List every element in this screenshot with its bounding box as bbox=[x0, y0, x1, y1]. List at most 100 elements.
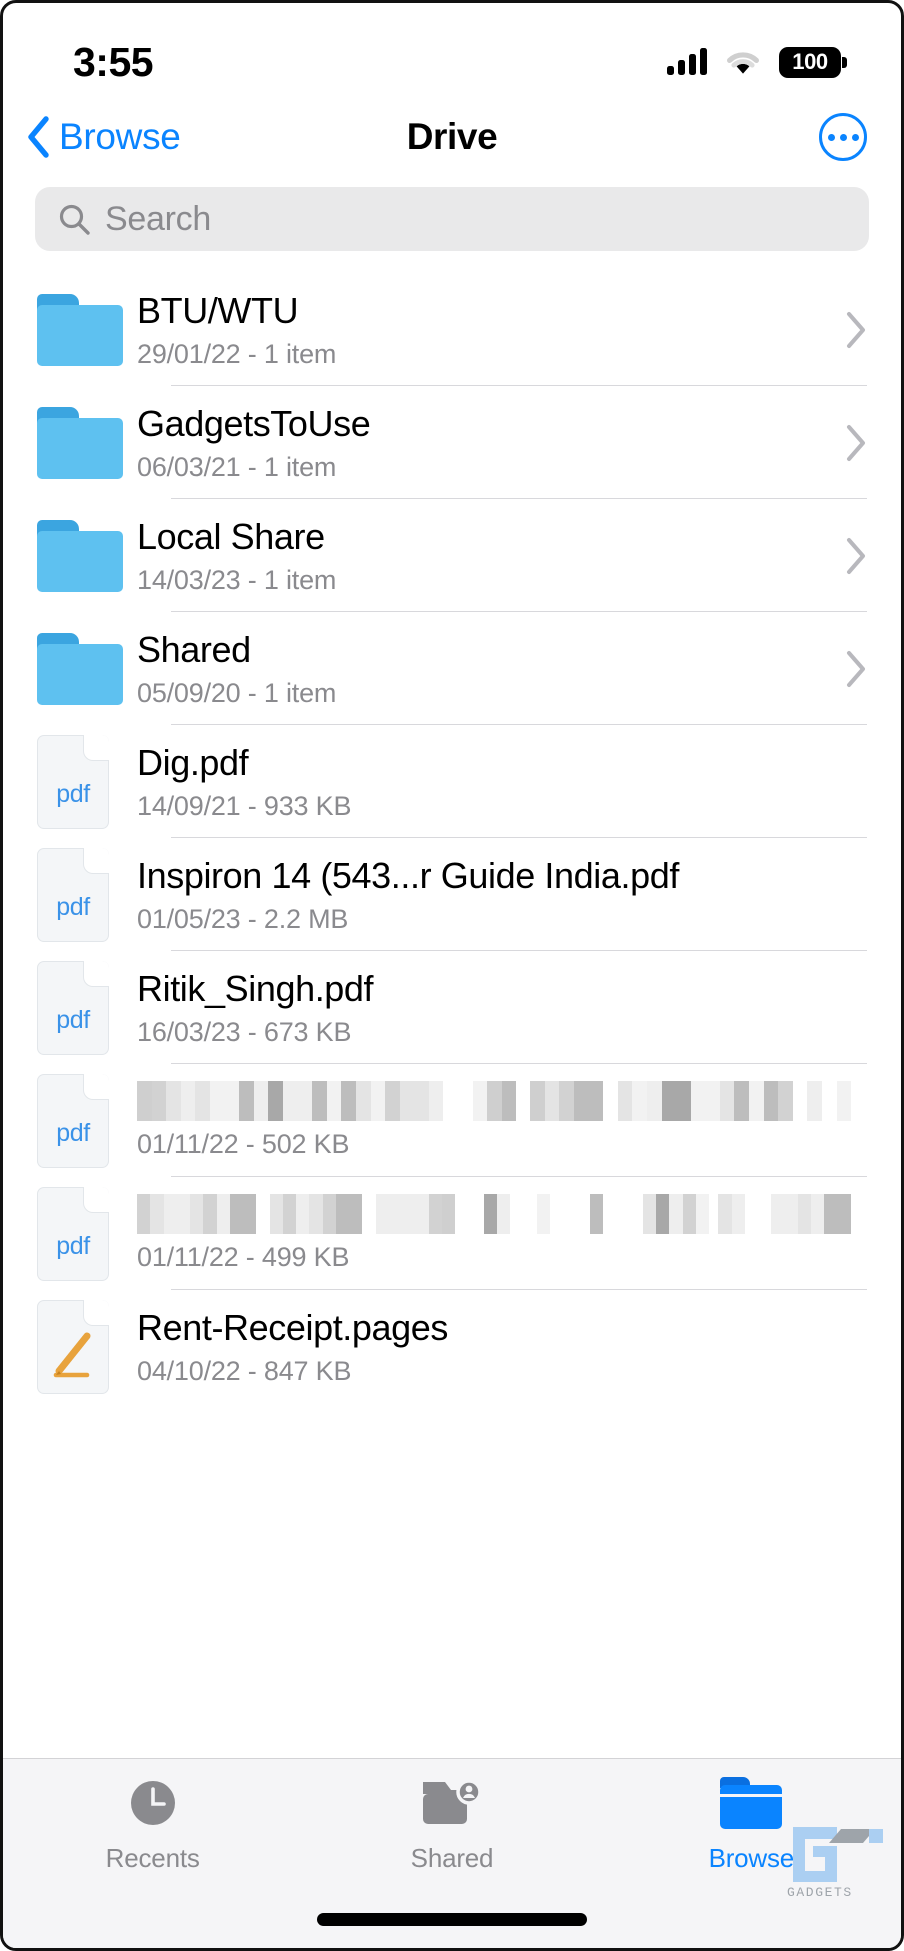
pdf-document-icon: pdf bbox=[37, 960, 109, 1055]
ellipsis-dot bbox=[827, 133, 835, 141]
file-meta: 29/01/22 - 1 item bbox=[137, 338, 337, 369]
file-info: 01/11/22 - 502 KB bbox=[137, 1081, 867, 1160]
file-list[interactable]: BTU/WTU 29/01/22 - 1 item GadgetsToUse 06/0… bbox=[3, 273, 901, 1575]
file-meta: 06/03/21 - 1 item bbox=[137, 451, 337, 482]
shared-folder-person-icon bbox=[422, 1779, 482, 1824]
back-button-label: Browse bbox=[59, 116, 181, 157]
more-options-button[interactable] bbox=[819, 113, 867, 161]
file-info: 01/11/22 - 499 KB bbox=[137, 1194, 867, 1273]
file-type-icon bbox=[37, 1299, 137, 1394]
navigation-bar: Browse Drive bbox=[3, 99, 901, 175]
file-info: BTU/WTU 29/01/22 - 1 item bbox=[137, 290, 845, 370]
file-type-icon bbox=[37, 293, 137, 366]
search-icon bbox=[59, 204, 90, 235]
chevron-right-icon bbox=[847, 311, 865, 348]
ellipsis-dot bbox=[839, 133, 847, 141]
file-meta: 01/11/22 - 502 KB bbox=[137, 1129, 350, 1159]
file-info: Inspiron 14 (543...r Guide India.pdf 01/0… bbox=[137, 855, 867, 935]
file-info: Rent-Receipt.pages 04/10/22 - 847 KB bbox=[137, 1307, 867, 1387]
file-meta: 01/05/23 - 2.2 MB bbox=[137, 903, 349, 934]
file-name: Shared bbox=[137, 628, 251, 670]
search-placeholder: Search bbox=[105, 199, 211, 238]
file-list-item[interactable]: BTU/WTU 29/01/22 - 1 item bbox=[3, 273, 901, 386]
file-type-icon: pdf bbox=[37, 1186, 137, 1281]
file-name: GadgetsToUse bbox=[137, 402, 371, 444]
battery-icon: 100 bbox=[779, 46, 847, 78]
file-list-item[interactable]: Rent-Receipt.pages 04/10/22 - 847 KB bbox=[3, 1290, 901, 1403]
clock-icon bbox=[130, 1781, 175, 1825]
file-list-item[interactable]: pdf 01/11/22 - 499 KB bbox=[3, 1177, 901, 1290]
pen-icon bbox=[53, 1332, 91, 1377]
folder-icon bbox=[37, 406, 123, 479]
folder-icon bbox=[720, 1777, 783, 1829]
file-type-icon: pdf bbox=[37, 960, 137, 1055]
pdf-document-icon: pdf bbox=[37, 734, 109, 829]
file-list-item[interactable]: pdf Ritik_Singh.pdf 16/03/23 - 673 KB bbox=[3, 951, 901, 1064]
file-meta: 16/03/23 - 673 KB bbox=[137, 1016, 352, 1047]
document-kind-label: pdf bbox=[56, 779, 90, 808]
tab-recents[interactable]: Recents bbox=[3, 1775, 302, 1901]
file-type-icon: pdf bbox=[37, 734, 137, 829]
document-kind-label: pdf bbox=[56, 1005, 90, 1034]
search-input[interactable]: Search bbox=[35, 187, 869, 251]
pages-document-icon bbox=[37, 1299, 109, 1394]
ellipsis-dot bbox=[851, 133, 859, 141]
file-meta: 05/09/20 - 1 item bbox=[137, 677, 337, 708]
folder-icon bbox=[37, 519, 123, 592]
folder-icon bbox=[37, 293, 123, 366]
document-kind-label: pdf bbox=[56, 1231, 90, 1260]
phone-screen: 3:55 100 Browse Drive Search BTU/WTU 29/… bbox=[0, 0, 904, 1951]
file-list-item[interactable]: pdf 01/11/22 - 502 KB bbox=[3, 1064, 901, 1177]
file-meta: 14/03/23 - 1 item bbox=[137, 564, 337, 595]
file-name: Dig.pdf bbox=[137, 741, 249, 783]
chevron-right-icon bbox=[847, 424, 865, 461]
file-type-icon: pdf bbox=[37, 847, 137, 942]
status-bar: 3:55 100 bbox=[3, 3, 901, 99]
file-list-item[interactable]: Local Share 14/03/23 - 1 item bbox=[3, 499, 901, 612]
tab-browse[interactable]: Browse bbox=[602, 1775, 901, 1901]
status-bar-clock: 3:55 bbox=[73, 38, 154, 85]
document-kind-label: pdf bbox=[56, 892, 90, 921]
tab-label: Shared bbox=[410, 1843, 494, 1873]
file-info: Local Share 14/03/23 - 1 item bbox=[137, 516, 845, 596]
document-kind-label: pdf bbox=[56, 1118, 90, 1147]
file-meta: 04/10/22 - 847 KB bbox=[137, 1355, 352, 1386]
cellular-signal-icon bbox=[667, 48, 707, 75]
pdf-document-icon: pdf bbox=[37, 1073, 109, 1168]
file-meta: 01/11/22 - 499 KB bbox=[137, 1242, 350, 1272]
wifi-icon bbox=[727, 52, 759, 74]
search-bar-container: Search bbox=[3, 175, 901, 273]
file-name: Inspiron 14 (543...r Guide India.pdf bbox=[137, 854, 679, 896]
tab-label: Recents bbox=[105, 1843, 200, 1873]
file-type-icon bbox=[37, 406, 137, 479]
file-info: Ritik_Singh.pdf 16/03/23 - 673 KB bbox=[137, 968, 867, 1048]
back-button[interactable]: Browse bbox=[25, 115, 181, 159]
redacted-filename bbox=[137, 1081, 852, 1121]
redacted-filename bbox=[137, 1194, 851, 1234]
file-list-item[interactable]: pdf Inspiron 14 (543...r Guide India.pdf 0… bbox=[3, 838, 901, 951]
chevron-right-icon bbox=[847, 537, 865, 574]
file-name: Local Share bbox=[137, 515, 325, 557]
file-info: Shared 05/09/20 - 1 item bbox=[137, 629, 845, 709]
tab-bar: Recents Shared Browse GADGETS bbox=[3, 1758, 901, 1948]
file-list-item[interactable]: Shared 05/09/20 - 1 item bbox=[3, 612, 901, 725]
file-list-item[interactable]: GadgetsToUse 06/03/21 - 1 item bbox=[3, 386, 901, 499]
file-type-icon bbox=[37, 632, 137, 705]
battery-level-label: 100 bbox=[792, 49, 828, 74]
file-name: Rent-Receipt.pages bbox=[137, 1306, 448, 1348]
chevron-right-icon bbox=[847, 650, 865, 687]
pdf-document-icon: pdf bbox=[37, 847, 109, 942]
file-type-icon: pdf bbox=[37, 1073, 137, 1168]
file-meta: 14/09/21 - 933 KB bbox=[137, 790, 352, 821]
chevron-left-icon bbox=[28, 116, 49, 158]
file-info: GadgetsToUse 06/03/21 - 1 item bbox=[137, 403, 845, 483]
tab-shared[interactable]: Shared bbox=[302, 1775, 601, 1901]
file-name: Ritik_Singh.pdf bbox=[137, 967, 374, 1009]
tab-label: Browse bbox=[708, 1843, 795, 1873]
status-bar-indicators: 100 bbox=[667, 46, 847, 78]
folder-icon bbox=[37, 632, 123, 705]
pdf-document-icon: pdf bbox=[37, 1186, 109, 1281]
home-indicator bbox=[317, 1913, 587, 1926]
file-type-icon bbox=[37, 519, 137, 592]
file-list-item[interactable]: pdf Dig.pdf 14/09/21 - 933 KB bbox=[3, 725, 901, 838]
